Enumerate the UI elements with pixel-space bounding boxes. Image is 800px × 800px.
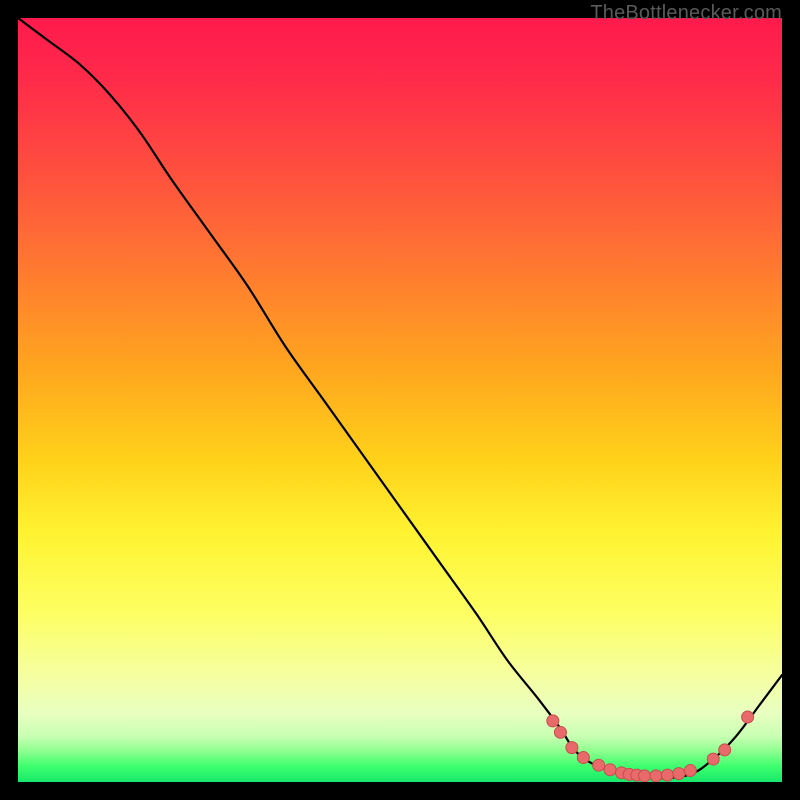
curve-marker bbox=[719, 744, 731, 756]
chart-svg bbox=[18, 18, 782, 782]
curve-marker bbox=[577, 752, 589, 764]
curve-marker bbox=[650, 770, 662, 782]
curve-marker bbox=[604, 764, 616, 776]
curve-marker bbox=[742, 711, 754, 723]
curve-marker bbox=[566, 742, 578, 754]
curve-marker bbox=[554, 726, 566, 738]
curve-marker bbox=[707, 753, 719, 765]
curve-marker bbox=[593, 759, 605, 771]
curve-marker bbox=[661, 769, 673, 781]
bottleneck-curve bbox=[18, 18, 782, 778]
curve-marker bbox=[673, 768, 685, 780]
curve-marker bbox=[684, 765, 696, 777]
source-label: TheBottlenecker.com bbox=[590, 2, 782, 25]
curve-marker bbox=[547, 715, 559, 727]
chart-stage: TheBottlenecker.com bbox=[0, 0, 800, 800]
plot-area bbox=[18, 18, 782, 782]
curve-markers bbox=[547, 711, 754, 782]
curve-marker bbox=[638, 770, 650, 782]
